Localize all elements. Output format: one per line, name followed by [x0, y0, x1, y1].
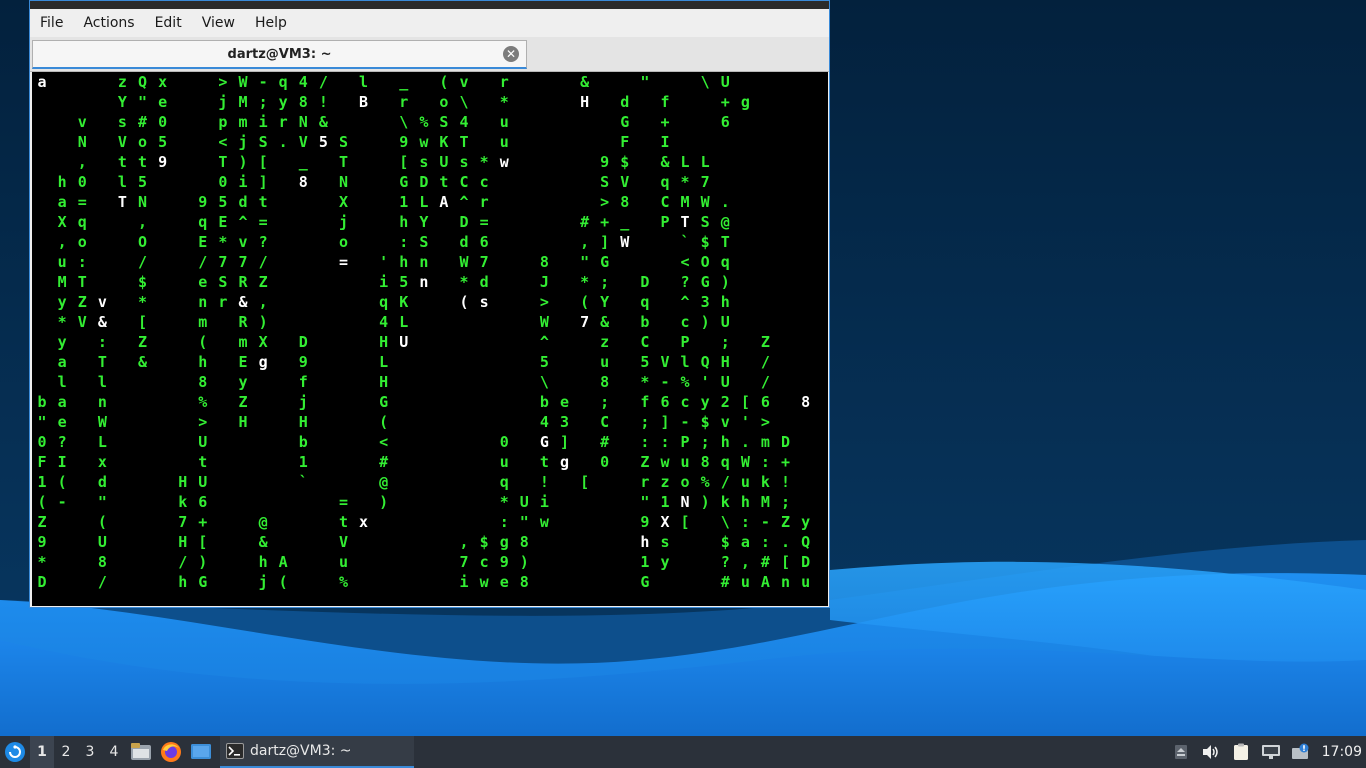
matrix-rain: a zQx > W - q 4/ l _ (v r & " \ U Y " e j M; y 8! …: [32, 72, 816, 592]
menubar: File Actions Edit View Help: [30, 9, 829, 37]
terminal-line: Y " e j M; y 8! B r o \ * H d f + g: [117, 93, 750, 111]
terminal-line: a = TN 95dt X 1 L A ^ r >8 CMW.: [57, 193, 730, 211]
update-notifier-button[interactable]: [1286, 736, 1316, 768]
terminal-line: l l 8 y f H \ 8 * -% ' U /: [57, 373, 770, 391]
terminal-line: , tt9 T)[ _ T [s Us * w 9 $ & L L: [77, 153, 710, 171]
volume-button[interactable]: [1196, 736, 1226, 768]
file-manager-launcher[interactable]: [126, 736, 156, 768]
network-icon: [1261, 745, 1280, 759]
terminal-line: a zQx > W - q 4/ l _ (v r & " \ U: [37, 73, 730, 91]
terminal-line: 0? L U b < 0 G] # :: P; h. m D: [37, 433, 791, 451]
terminal-line: * V & [ m R) 4L W 7 & b c) U: [57, 313, 730, 331]
task-label: dartz@VM3: ~: [250, 743, 352, 759]
menu-edit[interactable]: Edit: [145, 9, 192, 37]
terminal-line: ba n % Z j G be ; f 6 c y 2[6 8: [37, 393, 811, 411]
taskbar: 1 2 3 4 dartz@VM3: ~ 17:09: [0, 736, 1366, 768]
terminal-icon: [226, 743, 244, 759]
terminal-line: a T & h Eg 9 L 5 u 5VlQH /: [57, 353, 770, 371]
system-tray: 17:09: [1166, 736, 1366, 768]
firefox-icon: [161, 742, 181, 762]
workspace-2[interactable]: 2: [54, 736, 78, 768]
workspace-3[interactable]: 3: [78, 736, 102, 768]
workspace-1[interactable]: 1: [30, 736, 54, 768]
lubuntu-logo-icon: [5, 742, 25, 762]
terminal-line: Z ( 7 + @ tx : " w 9 X[ \: - Zy: [37, 513, 811, 531]
clipboard-button[interactable]: [1226, 736, 1256, 768]
eject-icon: [1174, 745, 1187, 759]
terminal-line: ,o O E * v? o :S d6 ,] W ` $ T: [57, 233, 730, 251]
terminal-line: " e W > H H ( 43 C ;] - $ v ' >: [37, 413, 770, 431]
close-icon[interactable]: ✕: [503, 46, 519, 62]
volume-icon: [1202, 745, 1218, 759]
update-notification-icon: [1291, 743, 1309, 759]
window-titlebar[interactable]: [30, 1, 829, 9]
terminal-line: y : Z ( mX D HU ^ z C P ; Z: [57, 333, 770, 351]
network-button[interactable]: [1256, 736, 1286, 768]
terminal-output[interactable]: a zQx > W - q 4/ l _ (v r & " \ U Y " e j M; y 8! …: [32, 72, 828, 606]
tab-title: dartz@VM3: ~: [227, 46, 332, 62]
terminal-line: u: / /7 7/ = ' h n W7 8 " G < Oq: [57, 253, 730, 271]
show-desktop-button[interactable]: [186, 736, 216, 768]
terminal-line: h0 l5 0 i] 8 N GDtCc SV q * 7: [57, 173, 710, 191]
menu-help[interactable]: Help: [245, 9, 297, 37]
terminal-line: (- " k6 = ) * Ui " 1 N) k h M;: [37, 493, 791, 511]
task-terminal[interactable]: dartz@VM3: ~: [220, 736, 414, 768]
menu-view[interactable]: View: [192, 9, 245, 37]
tab-terminal[interactable]: dartz@VM3: ~ ✕: [32, 40, 527, 69]
terminal-line: N Vo5 < j S. V 5 S 9wKT u F I: [77, 133, 670, 151]
terminal-line: 9 U H[ & V , $ g 8 hs $ a:. Q: [37, 533, 811, 551]
app-menu-button[interactable]: [0, 736, 30, 768]
clipboard-icon: [1233, 743, 1248, 760]
terminal-line: MT $ eSRZ i5n * d J *; D ? G): [57, 273, 730, 291]
terminal-line: D / hG j( % iwe8 G # u An u: [37, 573, 811, 591]
folder-icon: [131, 743, 151, 760]
firefox-launcher[interactable]: [156, 736, 186, 768]
terminal-line: v s #0 p m i r N & \% S 4 u G + 6: [77, 113, 730, 131]
menu-actions[interactable]: Actions: [73, 9, 144, 37]
terminal-line: Xq , q E ^ = j hY D = # + _ P T S @: [57, 213, 730, 231]
workspace-4[interactable]: 4: [102, 736, 126, 768]
terminal-line: yZv * n r &, qK (s > (Y q ^ 3 h: [57, 293, 730, 311]
clock[interactable]: 17:09: [1316, 744, 1366, 760]
terminal-line: FI x t 1 # u tg 0 Zw u 8 q W: +: [37, 453, 791, 471]
terminal-line: * 8 /) hA u 7 c 9) 1y ?, #[D: [37, 553, 811, 571]
tab-bar: dartz@VM3: ~ ✕: [30, 37, 829, 72]
desktop: File Actions Edit View Help dartz@VM3: ~…: [0, 0, 1366, 768]
desktop-icon: [191, 744, 211, 759]
terminal-line: 1( d HU ` @ q ! [ r z o% / u k!: [37, 473, 791, 491]
eject-button[interactable]: [1166, 736, 1196, 768]
menu-file[interactable]: File: [30, 9, 73, 37]
terminal-window: File Actions Edit View Help dartz@VM3: ~…: [29, 0, 830, 608]
